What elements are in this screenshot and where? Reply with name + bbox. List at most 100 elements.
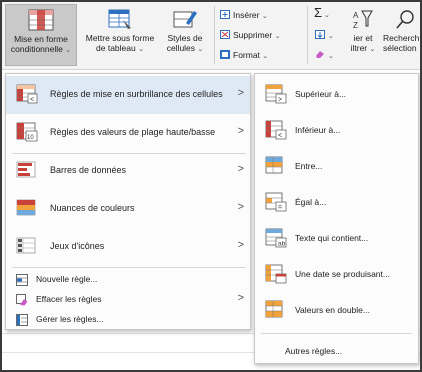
date-occurring-icon <box>265 264 287 284</box>
conditional-formatting-label-2: conditionnelle <box>10 44 63 54</box>
submenu-divider <box>261 333 412 334</box>
conditional-formatting-button[interactable]: Mise en forme conditionnelle ⌄ <box>5 4 77 66</box>
top-bottom-rules-icon: 10 <box>16 122 38 142</box>
find-select-button[interactable]: Recherch sélection <box>383 4 420 66</box>
delete-icon <box>220 29 230 39</box>
ribbon-divider <box>307 6 308 64</box>
fill-button[interactable]: ⌄ <box>315 28 334 42</box>
clear-button[interactable]: ⌄ <box>315 48 334 62</box>
chevron-down-icon: ⌄ <box>328 53 334 60</box>
submenu-item-text-contains[interactable]: ab Texte qui contient... <box>255 220 418 256</box>
insert-icon <box>220 9 230 19</box>
delete-cells-button[interactable]: Supprimer ⌄ <box>220 28 280 42</box>
submenu-item-date-occurring[interactable]: Une date se produisant... <box>255 256 418 292</box>
menu-item-top-bottom-rules[interactable]: 10 Règles des valeurs de plage haute/bas… <box>6 114 250 152</box>
chevron-down-icon: ⌄ <box>262 53 269 60</box>
svg-text:10: 10 <box>27 135 34 141</box>
menu-item-icon-sets[interactable]: Jeux d'icônes > <box>6 228 250 266</box>
menu-item-clear-rules[interactable]: Effacer les règles > <box>6 289 250 311</box>
menu-item-label: Gérer les règles... <box>36 314 104 324</box>
chevron-right-icon: > <box>237 87 244 99</box>
fill-down-icon <box>315 29 325 39</box>
format-label: Format <box>233 50 260 60</box>
conditional-formatting-menu: < Règles de mise en surbrillance des cel… <box>5 73 251 330</box>
conditional-formatting-label-1: Mise en forme <box>14 34 68 44</box>
sort-filter-label-2: iltrer <box>350 43 368 53</box>
submenu-item-label: Entre... <box>295 161 323 171</box>
chevron-down-icon: ⌄ <box>369 46 376 53</box>
insert-cells-button[interactable]: Insérer ⌄ <box>220 8 268 22</box>
submenu-item-between[interactable]: Entre... <box>255 148 418 184</box>
cell-styles-icon <box>172 8 198 30</box>
equal-to-icon: = <box>265 192 287 212</box>
submenu-item-more-rules[interactable]: Autres règles... <box>285 346 342 356</box>
sort-filter-icon: A Z <box>352 8 374 30</box>
submenu-item-equal-to[interactable]: = Égal à... <box>255 184 418 220</box>
svg-text:ab: ab <box>278 241 286 248</box>
chevron-right-icon: > <box>237 239 244 251</box>
cell-styles-label-2: cellules <box>166 43 196 53</box>
data-bars-icon <box>16 160 38 180</box>
svg-text:=: = <box>278 205 282 212</box>
conditional-formatting-icon <box>28 9 54 31</box>
submenu-item-label: Une date se produisant... <box>295 269 390 279</box>
screenshot-frame: Mise en forme conditionnelle ⌄ Mettre so… <box>0 0 422 372</box>
sum-icon: Σ <box>314 5 323 20</box>
format-as-table-label-1: Mettre sous forme <box>85 33 155 43</box>
submenu-item-less-than[interactable]: < Inférieur à... <box>255 112 418 148</box>
find-select-label-2: sélection <box>383 43 417 53</box>
submenu-item-label: Supérieur à... <box>295 89 347 99</box>
chevron-down-icon: ⌄ <box>197 46 204 53</box>
find-select-label-1: Recherch <box>383 33 420 43</box>
menu-item-highlight-cell-rules[interactable]: < Règles de mise en surbrillance des cel… <box>6 76 250 114</box>
text-contains-icon: ab <box>265 228 287 248</box>
chevron-down-icon: ⌄ <box>261 13 268 20</box>
highlight-cell-rules-submenu: > Supérieur à... < Inférieur à... Entre.… <box>254 73 419 364</box>
autosum-button[interactable]: Σ ⌄ <box>314 6 330 20</box>
submenu-item-label: Texte qui contient... <box>295 233 369 243</box>
submenu-item-label: Égal à... <box>295 197 327 207</box>
ribbon: Mise en forme conditionnelle ⌄ Mettre so… <box>2 2 420 70</box>
delete-label: Supprimer <box>233 30 273 40</box>
svg-text:Z: Z <box>353 21 358 30</box>
chevron-down-icon: ⌄ <box>274 33 281 40</box>
submenu-item-duplicate-values[interactable]: Valeurs en double... <box>255 292 418 328</box>
chevron-down-icon: ⌄ <box>328 33 334 40</box>
submenu-item-greater-than[interactable]: > Supérieur à... <box>255 76 418 112</box>
color-scales-icon <box>16 198 38 218</box>
menu-item-manage-rules[interactable]: Gérer les règles... <box>6 309 250 331</box>
format-as-table-label-2: de tableau <box>96 43 136 53</box>
svg-text:>: > <box>278 97 282 104</box>
menu-item-data-bars[interactable]: Barres de données > <box>6 152 250 190</box>
less-than-icon: < <box>265 120 287 140</box>
menu-item-label: Nuances de couleurs <box>50 203 135 213</box>
menu-item-label: Effacer les règles <box>36 294 102 304</box>
chevron-right-icon: > <box>237 163 244 175</box>
menu-item-label: Règles des valeurs de plage haute/basse <box>50 127 216 137</box>
submenu-item-label: Inférieur à... <box>295 125 341 135</box>
magnifier-icon <box>395 8 420 30</box>
ribbon-divider <box>214 6 215 64</box>
cell-styles-button[interactable]: Styles de cellules ⌄ <box>160 4 210 66</box>
format-cells-button[interactable]: Format ⌄ <box>220 48 268 62</box>
insert-label: Insérer <box>233 10 260 20</box>
duplicate-values-icon <box>265 300 287 320</box>
menu-item-new-rule[interactable]: Nouvelle règle... <box>6 269 250 291</box>
chevron-down-icon: ⌄ <box>65 47 72 54</box>
menu-divider <box>12 267 246 268</box>
format-as-table-button[interactable]: Mettre sous forme de tableau ⌄ <box>82 4 158 66</box>
chevron-right-icon: > <box>237 201 244 213</box>
menu-item-color-scales[interactable]: Nuances de couleurs > <box>6 190 250 228</box>
greater-than-icon: > <box>265 84 287 104</box>
manage-rules-icon <box>16 314 28 326</box>
between-icon <box>265 156 287 176</box>
svg-text:A: A <box>353 11 359 20</box>
icon-sets-icon <box>16 236 38 256</box>
chevron-right-icon: > <box>237 292 244 304</box>
chevron-right-icon: > <box>237 125 244 137</box>
svg-text:<: < <box>30 97 34 104</box>
sort-filter-button[interactable]: A Z ier et iltrer ⌄ <box>346 4 380 66</box>
highlight-rules-icon: < <box>16 84 38 104</box>
cell-styles-label-1: Styles de <box>167 33 203 43</box>
format-as-table-icon <box>107 8 133 30</box>
